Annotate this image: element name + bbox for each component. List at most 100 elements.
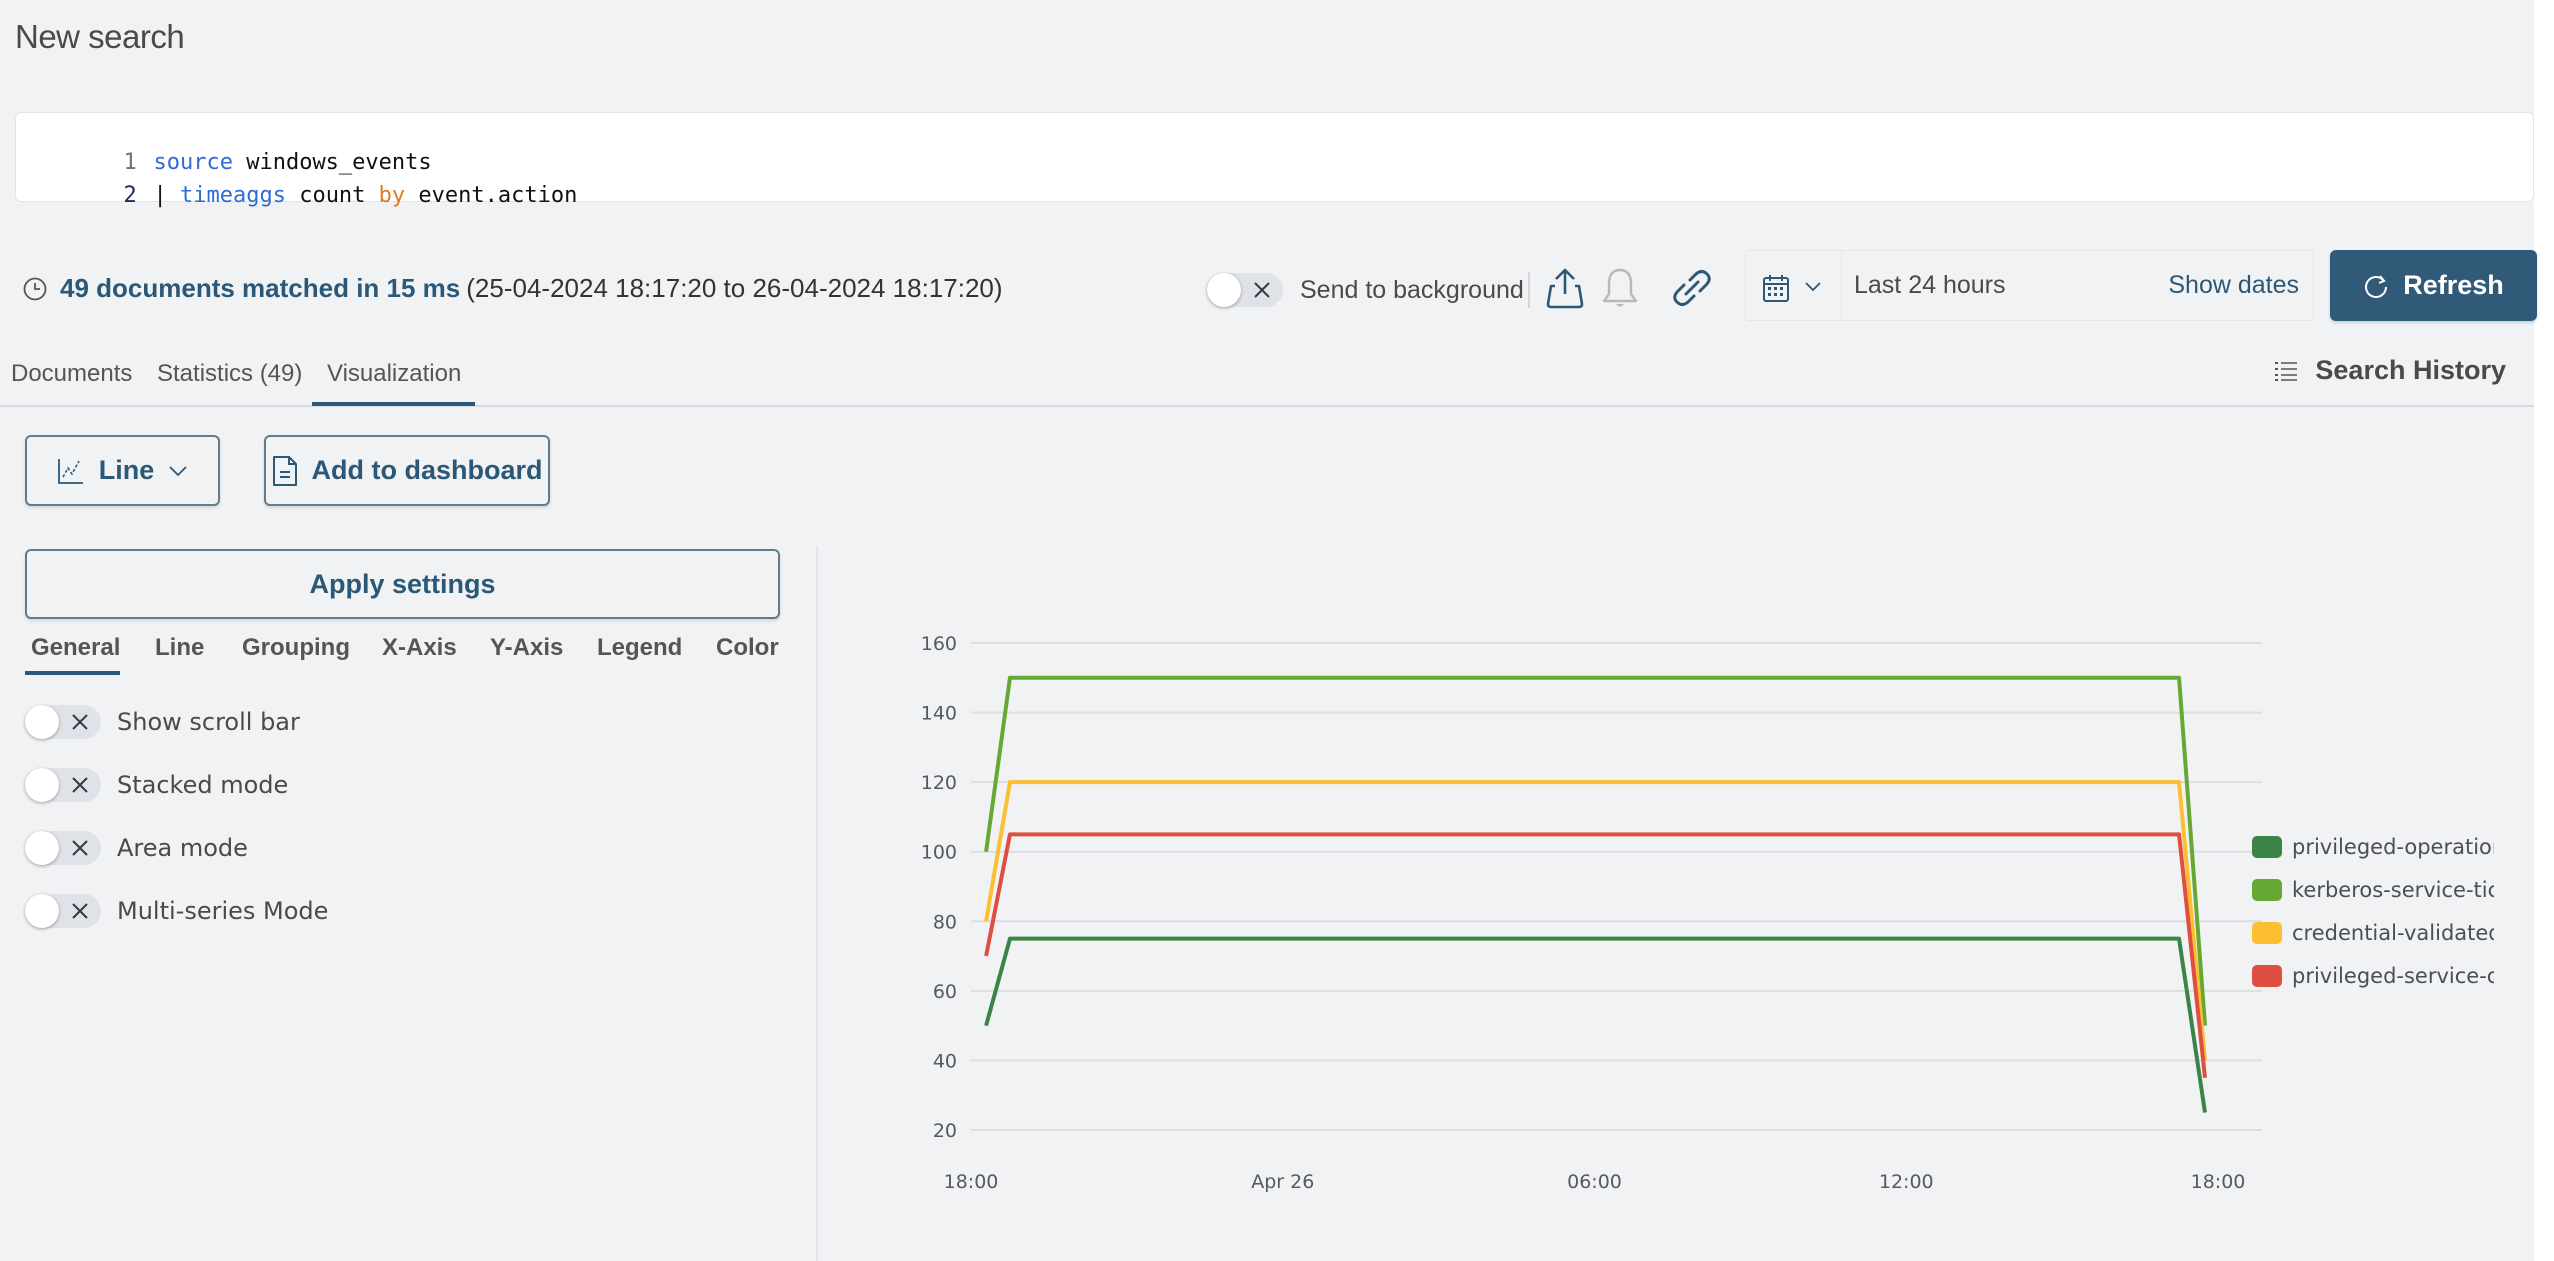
settings-tab-general[interactable]: General <box>31 634 120 662</box>
x-tick-label: 18:00 <box>2191 1171 2246 1193</box>
y-tick-label: 40 <box>933 1050 957 1072</box>
chart-type-label: Line <box>98 455 155 485</box>
refresh-label: Refresh <box>2403 270 2504 300</box>
show-scroll-bar-toggle[interactable] <box>25 705 101 739</box>
toggle-knob <box>1207 273 1241 307</box>
x-icon <box>72 714 88 730</box>
tab-visualization[interactable]: Visualization <box>327 360 461 388</box>
legend-swatch <box>2252 964 2282 987</box>
settings-tab-color[interactable]: Color <box>716 634 779 662</box>
y-tick-label: 60 <box>933 981 957 1003</box>
option-stacked-mode: Stacked mode <box>25 768 288 802</box>
chevron-down-icon <box>169 465 187 476</box>
list-icon <box>2275 361 2298 381</box>
link-icon[interactable] <box>1670 266 1714 310</box>
option-multi-series-mode: Multi-series Mode <box>25 894 328 928</box>
refresh-button[interactable]: Refresh <box>2330 250 2537 321</box>
document-icon <box>272 455 297 486</box>
search-status: 49 documents matched in 15 ms (25-04-202… <box>22 273 1003 304</box>
apply-settings-button[interactable]: Apply settings <box>25 549 780 619</box>
legend-item[interactable]: kerberos-service-tic <box>2252 868 2494 911</box>
panel-divider <box>816 546 818 1261</box>
x-icon <box>72 840 88 856</box>
settings-tab-x-axis[interactable]: X-Axis <box>382 634 457 662</box>
option-label: Area mode <box>117 834 248 862</box>
x-icon <box>1254 282 1270 298</box>
legend-label: privileged-service-c <box>2292 963 2494 988</box>
date-range-label: Last 24 hours <box>1854 271 2006 299</box>
legend-swatch <box>2252 921 2282 944</box>
tab-documents[interactable]: Documents <box>11 360 132 388</box>
toolbar-divider <box>1528 272 1530 308</box>
x-icon <box>72 903 88 919</box>
line-chart: 20 40 60 80 100 120 140 160 18:00 Apr 26 06:00 12:0… <box>820 560 2534 1261</box>
y-tick-label: 80 <box>933 911 957 933</box>
y-tick-label: 20 <box>933 1120 957 1142</box>
x-tick-label: 18:00 <box>944 1171 999 1193</box>
settings-tab-y-axis[interactable]: Y-Axis <box>490 634 563 662</box>
match-summary: 49 documents matched in 15 ms <box>60 273 461 303</box>
show-dates-link[interactable]: Show dates <box>2168 271 2299 300</box>
legend-label: privileged-operation <box>2292 834 2494 859</box>
settings-tab-grouping[interactable]: Grouping <box>242 634 350 662</box>
add-to-dashboard-label: Add to dashboard <box>311 455 543 485</box>
tab-statistics[interactable]: Statistics (49) <box>157 360 302 388</box>
chevron-down-icon <box>1805 282 1821 292</box>
date-range-picker[interactable]: Last 24 hours Show dates <box>1745 250 2314 321</box>
query-token: count <box>285 183 379 208</box>
legend-item[interactable]: privileged-service-c <box>2252 954 2494 997</box>
option-area-mode: Area mode <box>25 831 248 865</box>
chart-type-dropdown[interactable]: Line <box>25 435 220 506</box>
query-token: | <box>153 183 180 208</box>
query-token: by <box>378 183 406 208</box>
query-editor[interactable]: 1 source windows_events 2 | timeaggs count… <box>15 112 2534 208</box>
add-to-dashboard-button[interactable]: Add to dashboard <box>264 435 550 506</box>
send-to-background-label: Send to background <box>1300 276 1524 304</box>
legend-swatch <box>2252 878 2282 901</box>
area-mode-toggle[interactable] <box>25 831 101 865</box>
toggle-knob <box>25 831 59 865</box>
chart-legend: privileged-operation kerberos-service-ti… <box>2252 825 2494 997</box>
toggle-knob <box>25 705 59 739</box>
query-token: timeaggs <box>179 183 286 208</box>
apply-settings-label: Apply settings <box>309 568 496 599</box>
option-label: Multi-series Mode <box>117 897 329 925</box>
line-number: 2 <box>123 183 137 208</box>
search-history-label: Search History <box>2315 355 2506 385</box>
legend-item[interactable]: credential-validated <box>2252 911 2494 954</box>
option-label: Stacked mode <box>117 771 289 799</box>
toggle-knob <box>25 768 59 802</box>
y-tick-label: 100 <box>921 842 957 864</box>
query-line-2[interactable]: 2 | timeaggs count by event.action <box>44 158 577 233</box>
legend-item[interactable]: privileged-operation <box>2252 825 2494 868</box>
settings-tab-legend[interactable]: Legend <box>597 634 682 662</box>
x-tick-label: 06:00 <box>1567 1171 1622 1193</box>
x-tick-label: Apr 26 <box>1251 1171 1314 1193</box>
series-line-privileged-operation <box>984 936 2207 1113</box>
legend-label: credential-validated <box>2292 920 2494 945</box>
x-icon <box>72 777 88 793</box>
share-upload-icon[interactable] <box>1543 266 1587 310</box>
search-history-button[interactable]: Search History <box>2275 355 2506 386</box>
match-range: (25-04-2024 18:17:20 to 26-04-2024 18:17… <box>466 273 1003 303</box>
y-tick-label: 140 <box>921 703 957 725</box>
refresh-icon <box>2365 274 2388 298</box>
legend-label: kerberos-service-tic <box>2292 877 2494 902</box>
legend-swatch <box>2252 835 2282 858</box>
clock-icon <box>23 277 47 300</box>
stacked-mode-toggle[interactable] <box>25 768 101 802</box>
active-tab-indicator <box>312 402 475 406</box>
active-settings-tab-indicator <box>25 671 120 675</box>
bell-icon[interactable] <box>1598 266 1642 310</box>
toggle-knob <box>25 894 59 928</box>
multi-series-mode-toggle[interactable] <box>25 894 101 928</box>
settings-tab-line[interactable]: Line <box>155 634 204 662</box>
quick-select-button[interactable] <box>1746 251 1842 320</box>
x-tick-label: 12:00 <box>1879 1171 1934 1193</box>
line-chart-icon <box>57 458 83 484</box>
y-tick-label: 120 <box>921 772 957 794</box>
option-label: Show scroll bar <box>117 708 300 736</box>
send-to-background-toggle[interactable] <box>1207 273 1283 307</box>
series-line-privileged-service-called <box>984 832 2207 1079</box>
page: New search 1 source windows_events 2 | tim… <box>0 0 2537 1261</box>
